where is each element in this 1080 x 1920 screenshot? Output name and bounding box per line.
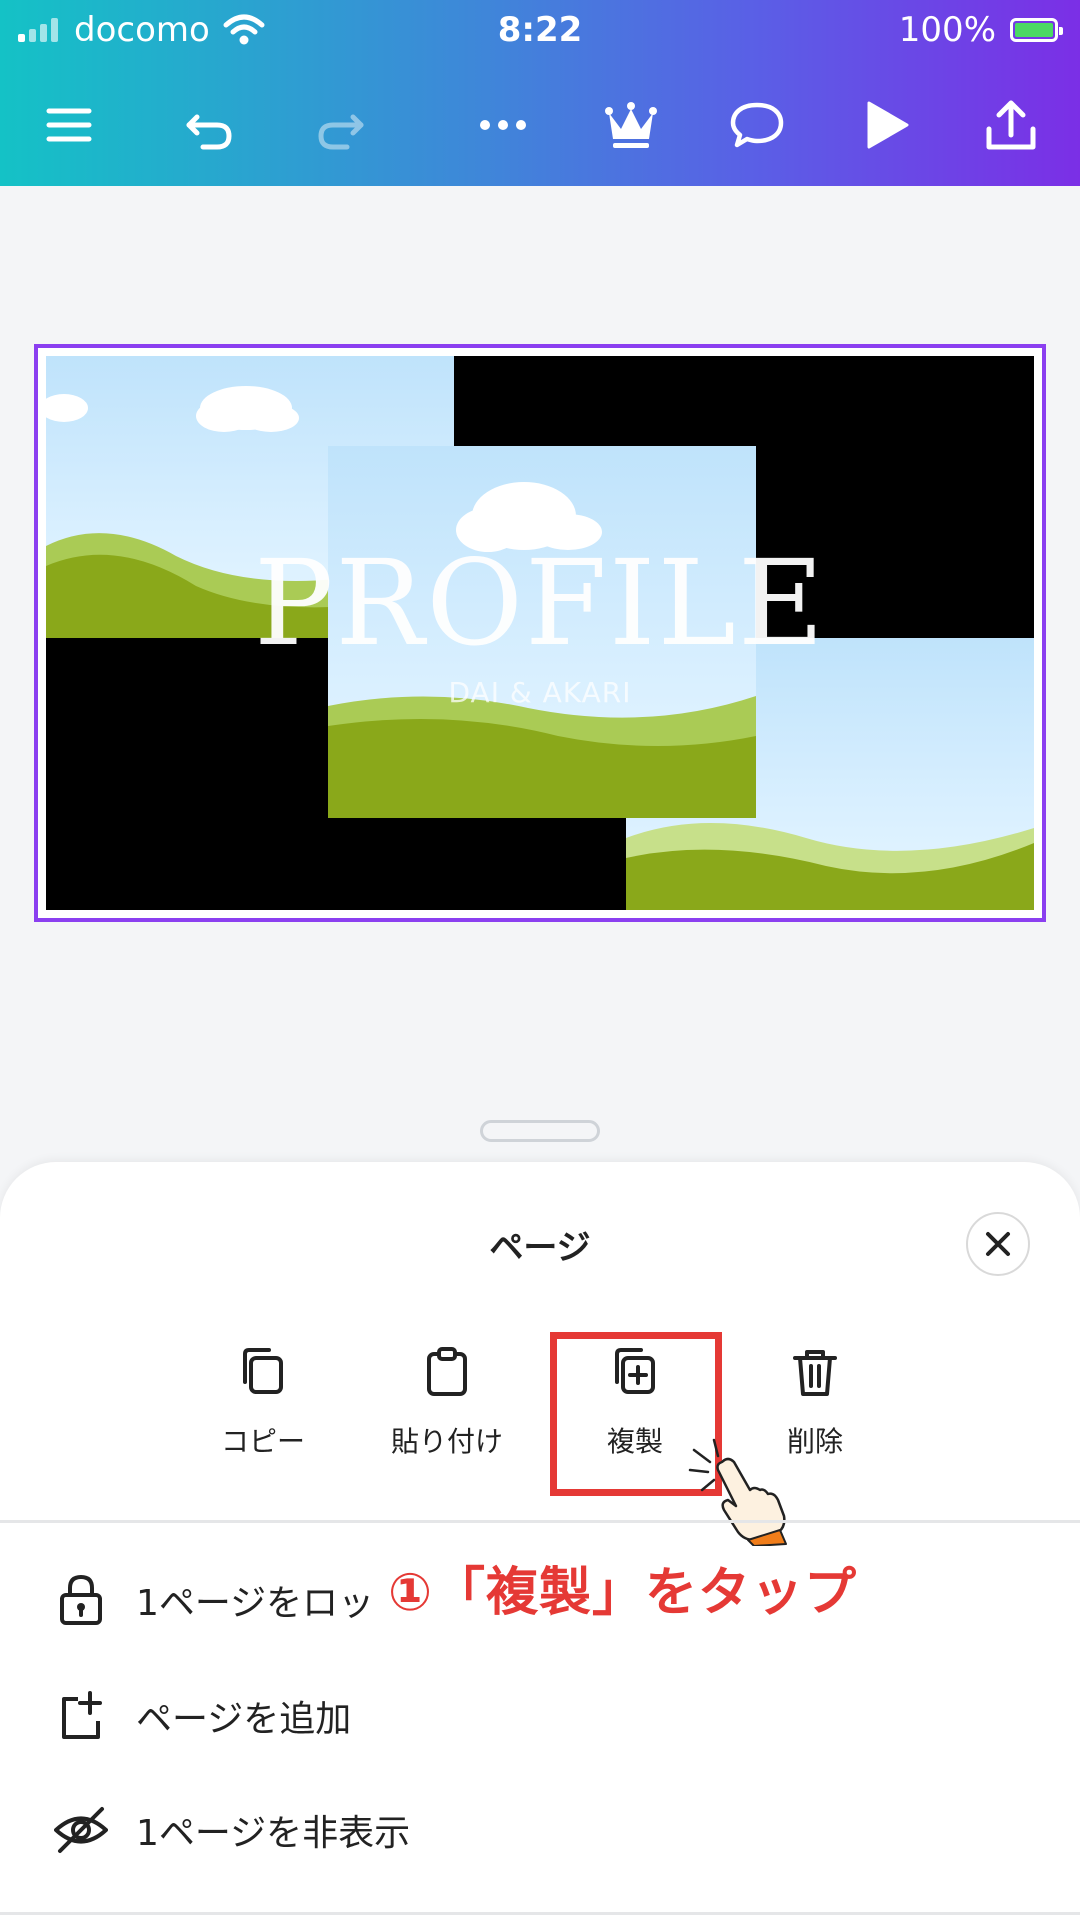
paste-icon — [427, 1347, 467, 1396]
battery-area: 100% — [898, 10, 1063, 50]
more-button[interactable] — [458, 80, 548, 170]
lock-page-item[interactable]: 1ページをロッ — [54, 1560, 374, 1640]
undo-button[interactable] — [164, 80, 254, 170]
hide-page-label: 1ページを非表示 — [136, 1813, 411, 1854]
menu-icon — [46, 108, 92, 142]
add-page-item[interactable]: ページを追加 — [54, 1676, 351, 1756]
hide-page-item[interactable]: 1ページを非表示 — [54, 1790, 410, 1870]
bottom-divider — [0, 1912, 1080, 1915]
copy-label: コピー — [220, 1425, 305, 1458]
design-title[interactable]: PROFILE — [46, 534, 1034, 672]
paste-label: 貼り付け — [390, 1425, 503, 1458]
undo-icon — [186, 114, 232, 150]
design-canvas: PROFILE DAI & AKARI — [46, 356, 1034, 910]
copy-icon — [243, 1348, 283, 1394]
share-button[interactable] — [966, 80, 1056, 170]
crown-icon — [605, 102, 657, 148]
sheet-title: ページ — [489, 1228, 591, 1268]
section-divider — [0, 1520, 1080, 1523]
close-icon — [986, 1232, 1010, 1256]
sheet-drag-handle[interactable] — [480, 1120, 600, 1142]
comment-button[interactable] — [712, 80, 802, 170]
battery-percent: 100% — [898, 10, 996, 50]
page-options-sheet: ページ コピー 貼り付け 複製 削除 1ページをロッ ①「複製」をタップ ページ… — [0, 1162, 1080, 1920]
status-bar: docomo 8:22 100% — [0, 0, 1080, 62]
more-icon — [480, 120, 526, 130]
redo-icon — [318, 114, 364, 150]
hide-icon — [54, 1807, 108, 1853]
comment-icon — [730, 102, 784, 148]
tap-hand-icon — [688, 1438, 787, 1546]
top-bar: docomo 8:22 100% — [0, 0, 1080, 186]
add-page-label: ページを追加 — [136, 1699, 352, 1740]
copy-button[interactable]: コピー — [188, 1342, 338, 1460]
redo-button[interactable] — [296, 80, 386, 170]
add-page-icon — [62, 1691, 102, 1739]
lock-page-label: 1ページをロッ — [136, 1583, 375, 1624]
close-button[interactable] — [966, 1212, 1030, 1276]
battery-icon — [1010, 18, 1063, 42]
tutorial-callout: ①「複製」をタップ — [382, 1550, 864, 1625]
play-icon — [867, 101, 909, 149]
trash-icon — [793, 1350, 837, 1396]
paste-button[interactable]: 貼り付け — [372, 1342, 522, 1460]
lock-icon — [60, 1574, 102, 1625]
share-icon — [986, 100, 1036, 150]
menu-button[interactable] — [24, 80, 114, 170]
editor-toolbar — [0, 70, 1080, 170]
present-button[interactable] — [840, 80, 930, 170]
design-page[interactable]: PROFILE DAI & AKARI — [34, 344, 1046, 922]
design-subtitle[interactable]: DAI & AKARI — [46, 676, 1034, 709]
premium-button[interactable] — [586, 80, 676, 170]
